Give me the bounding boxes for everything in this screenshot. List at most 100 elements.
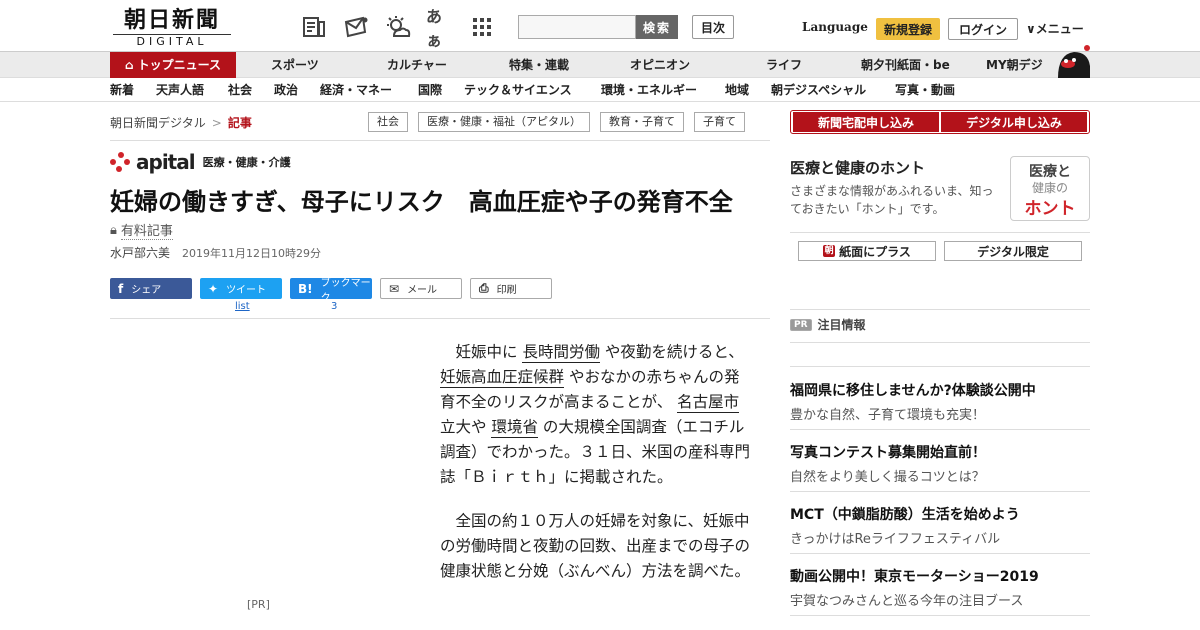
- printer-icon: ⎙: [479, 281, 489, 295]
- article-paragraph: 妊娠中に 長時間労働 や夜勤を続けると、 妊娠高血圧症候群 やおなかの赤ちゃんの…: [440, 343, 751, 486]
- pr-item[interactable]: MCT（中鎖脂肪酸）生活を始めよう きっかけはReライフフェスティバル: [790, 504, 1090, 547]
- font-size-icon[interactable]: あぁ: [426, 7, 454, 50]
- login-button[interactable]: ログイン: [948, 18, 1018, 40]
- paid-article-label: 🔒︎ 有料記事: [110, 220, 173, 240]
- pr-badge: PR: [790, 318, 812, 331]
- keyword-link[interactable]: 名古屋市: [677, 393, 740, 413]
- newspaper-icon[interactable]: [300, 14, 328, 40]
- pr-ad-label: [PR]: [247, 598, 270, 611]
- twitter-count-link[interactable]: list: [235, 301, 250, 312]
- article-title: 妊婦の働きすぎ、母子にリスク 高血圧症や子の発育不全: [110, 188, 733, 216]
- honto-title[interactable]: 医療と健康のホント: [790, 157, 925, 178]
- divider: [790, 342, 1090, 343]
- main-nav: ⌂ トップニュース スポーツ カルチャー 特集・連載 オピニオン ライフ 朝夕刊紙…: [0, 52, 1200, 78]
- publish-date: 2019年11月12日10時29分: [182, 247, 321, 260]
- honto-description: さまざまな情報があふれるいま、知っておきたい「ホント」です。: [790, 184, 994, 216]
- asahi-digital-logo[interactable]: 朝日新聞 DIGITAL: [113, 8, 231, 48]
- mascot-icon: [1058, 45, 1090, 78]
- byline: 水戸部六美 2019年11月12日10時29分: [110, 244, 321, 261]
- divider: [790, 309, 1090, 310]
- hatena-count[interactable]: 3: [331, 301, 337, 312]
- divider: [110, 318, 770, 319]
- subnav-item-photo-video[interactable]: 写真・動画: [895, 78, 955, 102]
- pr-heading: PR 注目情報: [790, 316, 866, 333]
- subnav-item-special[interactable]: 朝デジスペシャル: [771, 78, 866, 102]
- mail-icon: ✉: [389, 281, 400, 296]
- divider: [790, 553, 1090, 554]
- mail-news-icon[interactable]: [342, 14, 370, 40]
- apital-dots-icon: [110, 152, 132, 172]
- nav-item-features[interactable]: 特集・連載: [509, 52, 569, 78]
- tag-education[interactable]: 教育・子育て: [600, 112, 684, 132]
- nav-item-my-asadigi[interactable]: MY朝デジ: [986, 52, 1043, 78]
- tag-society[interactable]: 社会: [368, 112, 408, 132]
- pr-item[interactable]: 福岡県に移住しませんか?体験談公開中 豊かな自然、子育て環境も充実！: [790, 380, 1090, 423]
- subnav-item-economy[interactable]: 経済・マネー: [320, 78, 392, 102]
- grid-menu-icon[interactable]: [468, 14, 496, 40]
- facebook-icon: f: [118, 281, 124, 296]
- search-input[interactable]: [518, 15, 636, 39]
- subnav-item-tenseijingo[interactable]: 天声人語: [156, 78, 204, 102]
- nav-item-life[interactable]: ライフ: [766, 52, 802, 78]
- keyword-link[interactable]: 環境省: [491, 418, 538, 438]
- subnav-item-tech[interactable]: テック＆サイエンス: [464, 78, 572, 102]
- subnav-item-new[interactable]: 新着: [110, 78, 134, 102]
- apital-subtitle: 医療・健康・介護: [202, 156, 291, 169]
- article-body: 妊娠中に 長時間労働 や夜勤を続けると、 妊娠高血圧症候群 やおなかの赤ちゃんの…: [440, 340, 752, 603]
- search-button[interactable]: 検索: [636, 15, 678, 39]
- nav-item-culture[interactable]: カルチャー: [387, 52, 447, 78]
- asahi-mark-icon: 朝: [823, 245, 836, 257]
- divider: [790, 615, 1090, 616]
- divider: [790, 232, 1090, 233]
- nav-top-news[interactable]: ⌂ トップニュース: [110, 52, 236, 78]
- facebook-share-button[interactable]: f シェア: [110, 278, 192, 299]
- header-icons: あぁ: [300, 7, 496, 50]
- weather-icon[interactable]: [384, 14, 412, 40]
- honto-banner[interactable]: 医療と 健康の ホント: [1010, 156, 1090, 221]
- register-button[interactable]: 新規登録: [876, 18, 940, 40]
- apital-section-header: apital 医療・健康・介護: [110, 150, 291, 174]
- digital-limited-button[interactable]: デジタル限定: [944, 241, 1082, 261]
- divider: [110, 140, 770, 141]
- mail-button[interactable]: ✉ メール: [380, 278, 462, 299]
- hatena-bookmark-button[interactable]: B! ブックマーク: [290, 278, 372, 304]
- subscribe-buttons: 新聞宅配申し込み デジタル申し込み: [790, 110, 1090, 134]
- subscribe-digital-button[interactable]: デジタル申し込み: [941, 112, 1087, 132]
- menu-button[interactable]: ∨メニュー: [1026, 20, 1084, 37]
- subscribe-home-delivery-button[interactable]: 新聞宅配申し込み: [793, 112, 939, 132]
- apital-logo[interactable]: apital: [110, 150, 196, 174]
- table-of-contents-button[interactable]: 目次: [692, 15, 734, 39]
- twitter-tweet-button[interactable]: ✦ ツイート: [200, 278, 282, 299]
- site-header: 朝日新聞 DIGITAL あぁ 検索 目次 Language 新規登録 ログイン…: [0, 0, 1200, 52]
- lock-icon: 🔒︎: [110, 222, 117, 238]
- subnav-item-environment[interactable]: 環境・エネルギー: [601, 78, 697, 102]
- subnav-item-region[interactable]: 地域: [725, 78, 749, 102]
- pr-item[interactable]: 写真コンテスト募集開始直前！ 自然をより美しく撮るコツとは？: [790, 442, 1090, 485]
- tag-apital[interactable]: 医療・健康・福祉（アピタル）: [418, 112, 590, 132]
- breadcrumb-root[interactable]: 朝日新聞デジタル: [110, 116, 206, 130]
- nav-item-paper-be[interactable]: 朝夕刊紙面・be: [861, 52, 950, 78]
- article-paragraph: 全国の約１０万人の妊婦を対象に、妊娠中の労働時間と夜勤の回数、出産までの母子の健…: [440, 512, 751, 580]
- home-icon: ⌂: [125, 58, 134, 72]
- divider: [790, 491, 1090, 492]
- divider: [790, 366, 1090, 367]
- shimen-plus-button[interactable]: 朝紙面にプラス: [798, 241, 936, 261]
- language-link[interactable]: Language: [802, 20, 868, 34]
- pr-item[interactable]: 動画公開中！東京モーターショー2019 宇賀なつみさんと巡る今年の注目ブース: [790, 566, 1090, 609]
- breadcrumb: 朝日新聞デジタル > 記事: [110, 116, 252, 130]
- print-button[interactable]: ⎙ 印刷: [470, 278, 552, 299]
- subnav-item-politics[interactable]: 政治: [274, 78, 298, 102]
- sub-nav: 新着 天声人語 社会 政治 経済・マネー 国際 テック＆サイエンス 環境・エネル…: [0, 78, 1200, 102]
- keyword-link[interactable]: 長時間労働: [522, 343, 600, 363]
- nav-item-opinion[interactable]: オピニオン: [630, 52, 690, 78]
- subnav-item-world[interactable]: 国際: [418, 78, 442, 102]
- subnav-item-society[interactable]: 社会: [228, 78, 252, 102]
- twitter-icon: ✦: [208, 281, 219, 296]
- nav-item-sports[interactable]: スポーツ: [271, 52, 319, 78]
- tag-parenting[interactable]: 子育て: [694, 112, 745, 132]
- divider: [790, 429, 1090, 430]
- keyword-link[interactable]: 妊娠高血圧症候群: [440, 368, 565, 388]
- hatena-icon: B!: [298, 281, 313, 296]
- category-tags: 社会 医療・健康・福祉（アピタル） 教育・子育て 子育て: [368, 112, 745, 132]
- author: 水戸部六美: [110, 246, 171, 260]
